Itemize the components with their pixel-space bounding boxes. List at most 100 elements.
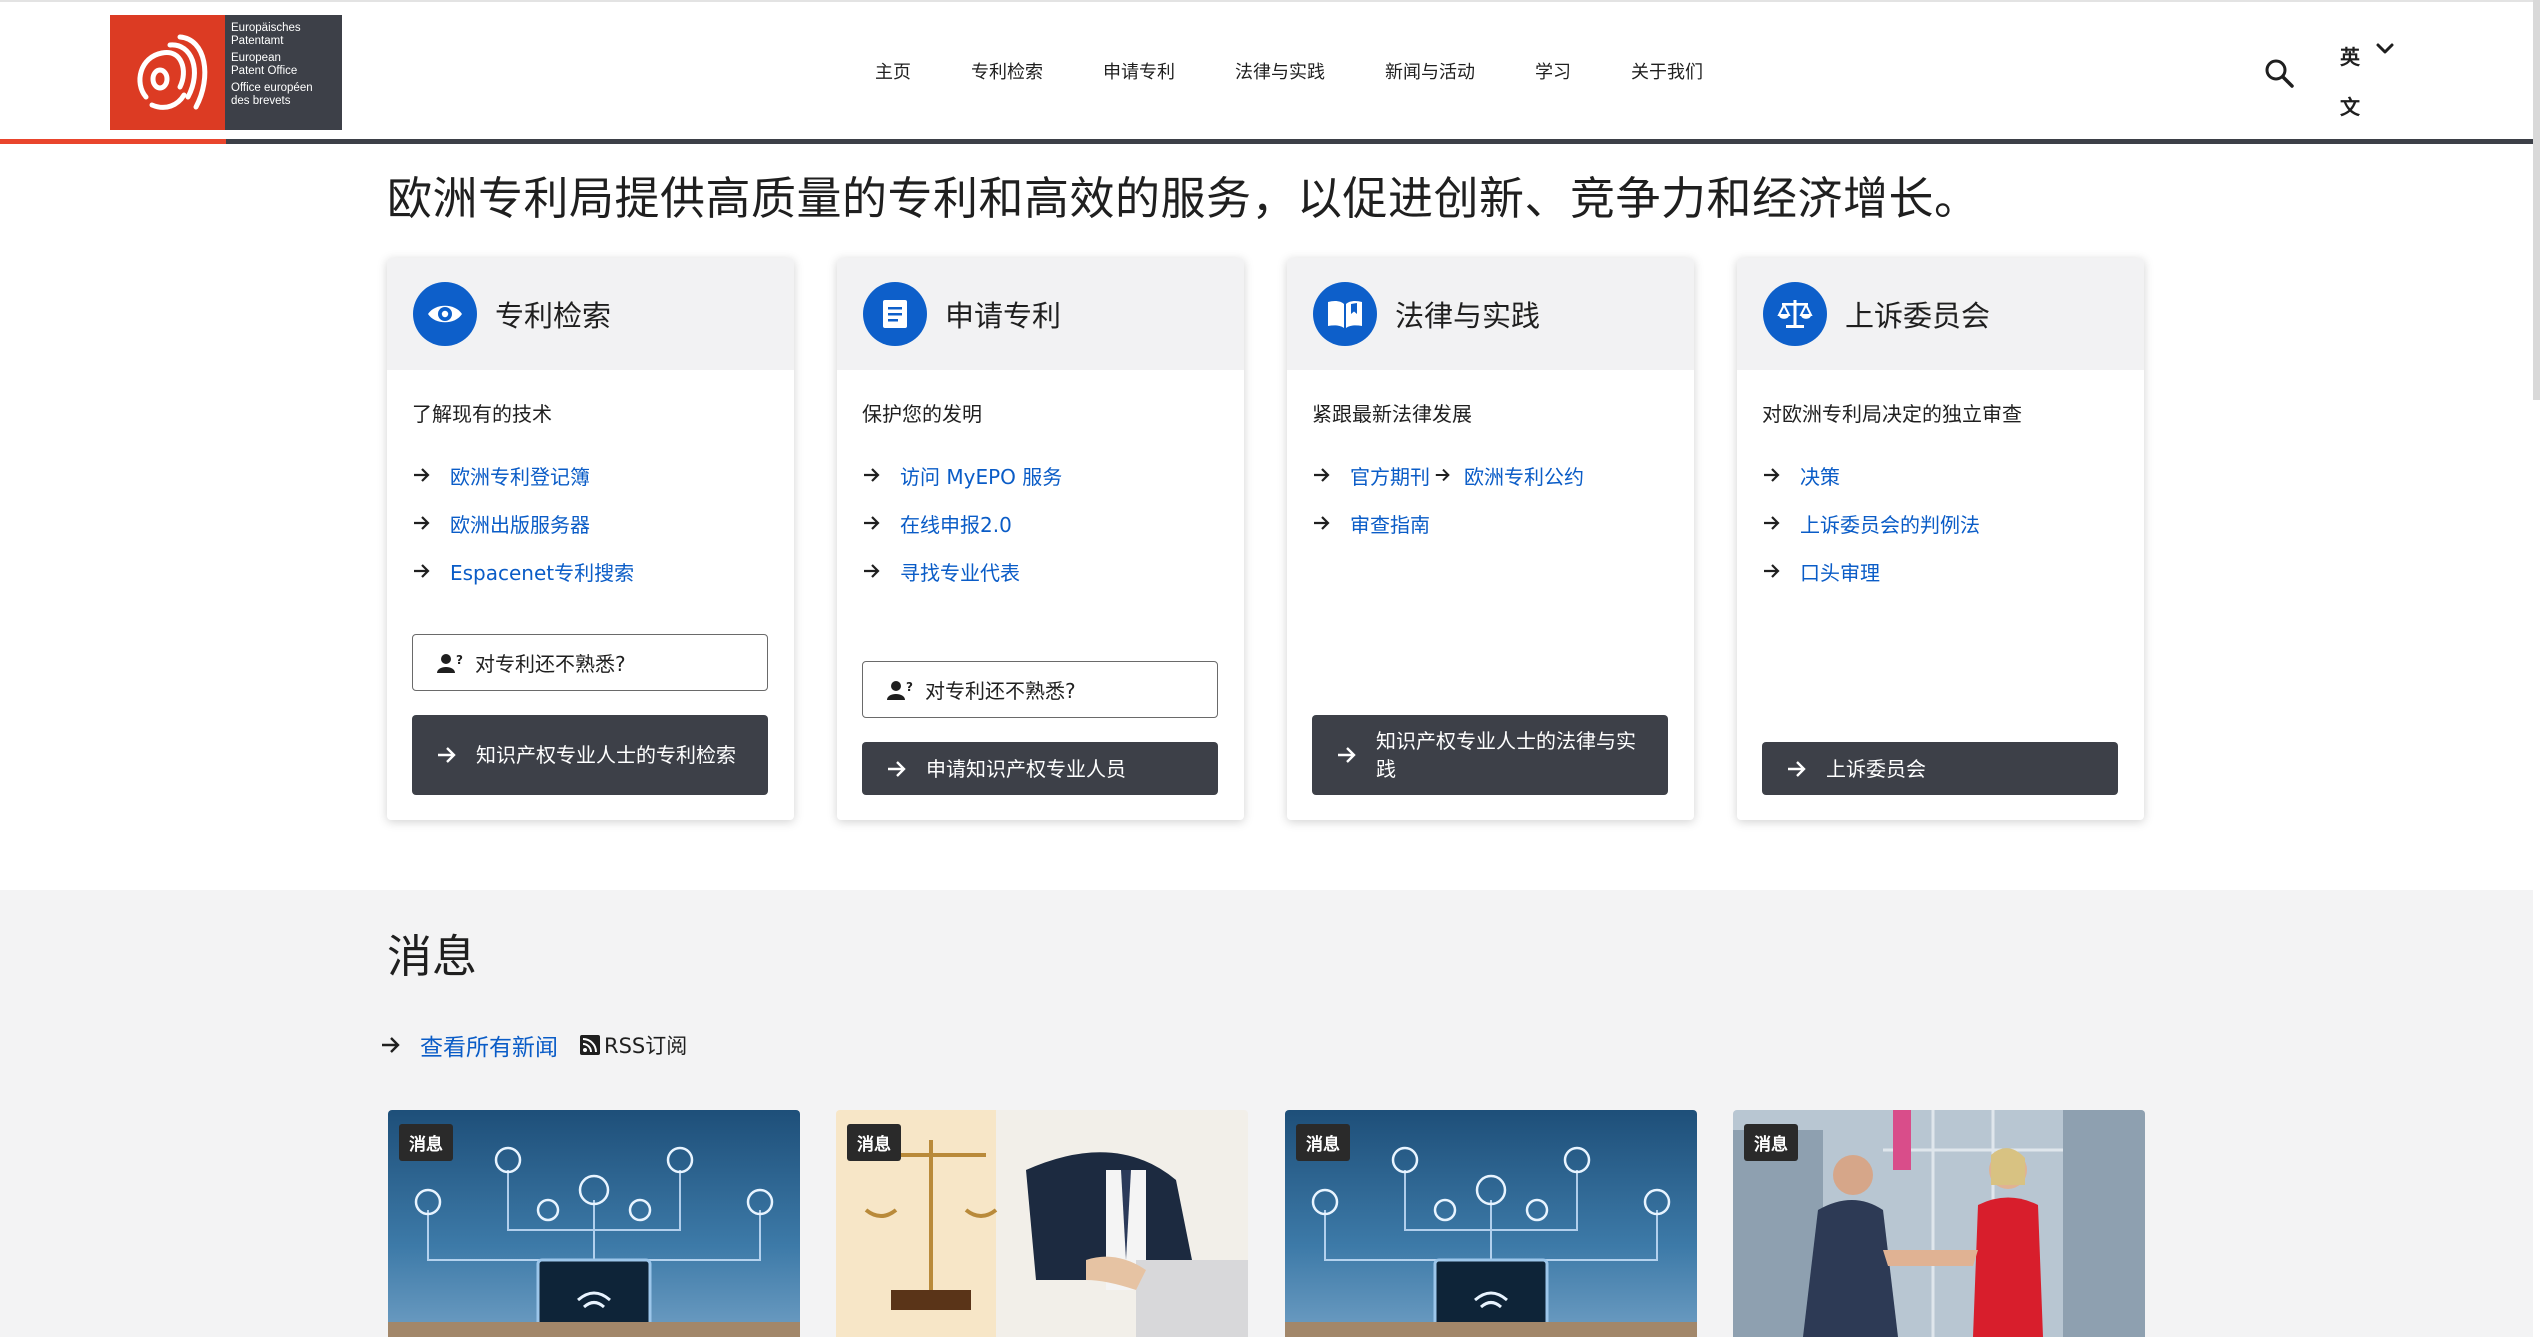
nav-item-news-events[interactable]: 新闻与活动 <box>1385 58 1475 84</box>
arrow-right-icon <box>864 564 880 578</box>
logo-text-fr: Office européen des brevets <box>231 82 313 107</box>
card-link-row: 欧洲出版服务器 <box>412 499 769 547</box>
news-card[interactable]: 消息 <box>1285 1110 1697 1337</box>
card-description: 紧跟最新法律发展 <box>1312 402 1472 426</box>
card-description: 了解现有的技术 <box>412 402 552 426</box>
arrow-right-icon <box>1764 564 1780 578</box>
news-badge: 消息 <box>847 1124 901 1161</box>
nav-item-apply-patent[interactable]: 申请专利 <box>1103 58 1175 84</box>
arrow-right-icon <box>382 1037 400 1053</box>
link-oral-proceedings[interactable]: 口头审理 <box>1800 557 1880 586</box>
arrow-right-icon <box>414 516 430 530</box>
card-header: 专利检索 <box>387 258 794 370</box>
logo-text-de: Europäisches Patentamt <box>231 22 301 47</box>
card-title[interactable]: 申请专利 <box>945 293 1061 335</box>
nav-item-learning[interactable]: 学习 <box>1535 58 1571 84</box>
card-description: 对欧洲专利局决定的独立审查 <box>1762 402 2022 426</box>
nav-item-about-us[interactable]: 关于我们 <box>1631 58 1703 84</box>
card-law-practice: 法律与实践 紧跟最新法律发展 官方期刊 欧洲专利公约 审查指南 知识产权专业人士… <box>1287 258 1694 820</box>
card-body: 保护您的发明 访问 MyEPO 服务 在线申报2.0 寻找专业代表 <box>837 370 1244 595</box>
epo-logo-text: Europäisches Patentamt European Patent Off… <box>225 15 342 130</box>
epo-logo[interactable]: Europäisches Patentamt European Patent Off… <box>110 15 342 130</box>
news-badge: 消息 <box>1744 1124 1798 1161</box>
header-accent-bar <box>0 139 226 144</box>
ip-professional-search-button[interactable]: 知识产权专业人士的专利检索 <box>412 715 768 795</box>
chevron-down-icon[interactable] <box>2374 38 2396 60</box>
arrow-right-icon <box>1314 468 1330 482</box>
news-section <box>0 890 2533 1337</box>
link-online-filing[interactable]: 在线申报2.0 <box>900 509 1012 538</box>
page-title: 欧洲专利局提供高质量的专利和高效的服务，以促进创新、竞争力和经济增长。 <box>387 172 1980 225</box>
nav-item-patent-search[interactable]: 专利检索 <box>971 58 1043 84</box>
arrow-right-icon <box>1764 516 1780 530</box>
arrow-right-icon <box>864 516 880 530</box>
epo-logo-mark-icon <box>110 15 225 130</box>
button-label: 知识产权专业人士的专利检索 <box>476 743 736 767</box>
card-patent-search: 专利检索 了解现有的技术 欧洲专利登记簿 欧洲出版服务器 Espacenet专利… <box>387 258 794 820</box>
arrow-right-icon <box>1435 468 1450 482</box>
link-european-patent-register[interactable]: 欧洲专利登记簿 <box>450 461 590 490</box>
button-label: 上诉委员会 <box>1826 756 1926 781</box>
news-badge: 消息 <box>1296 1124 1350 1161</box>
header-divider <box>0 139 2533 144</box>
nav-item-law-practice[interactable]: 法律与实践 <box>1235 58 1325 84</box>
apply-ip-professional-button[interactable]: 申请知识产权专业人员 <box>862 742 1218 795</box>
card-title[interactable]: 上诉委员会 <box>1845 293 1990 335</box>
button-label: 对专利还不熟悉? <box>475 652 626 676</box>
site-header: Europäisches Patentamt European Patent Off… <box>0 0 2540 141</box>
card-boards-of-appeal: 上诉委员会 对欧洲专利局决定的独立审查 决策 上诉委员会的判例法 口头审理 上诉… <box>1737 258 2144 820</box>
page-scrollbar[interactable] <box>2533 0 2540 400</box>
boards-of-appeal-button[interactable]: 上诉委员会 <box>1762 742 2118 795</box>
rss-label: RSS订阅 <box>604 1034 688 1058</box>
language-selector[interactable]: 英 文 <box>2330 32 2370 132</box>
view-all-news-link[interactable]: 查看所有新闻 <box>420 1028 558 1062</box>
card-body: 对欧洲专利局决定的独立审查 决策 上诉委员会的判例法 口头审理 <box>1737 370 2144 595</box>
arrow-right-icon <box>888 760 906 777</box>
link-official-journal[interactable]: 官方期刊 <box>1350 461 1430 490</box>
button-label: 申请知识产权专业人员 <box>926 756 1126 781</box>
main-nav: 主页 专利检索 申请专利 法律与实践 新闻与活动 学习 关于我们 <box>875 58 1763 84</box>
link-decisions[interactable]: 决策 <box>1800 461 1840 490</box>
news-card[interactable]: 消息 <box>388 1110 800 1337</box>
card-description: 保护您的发明 <box>862 402 982 426</box>
card-header: 申请专利 <box>837 258 1244 370</box>
language-label-line1: 英 <box>2340 45 2360 69</box>
news-card[interactable]: 消息 <box>836 1110 1248 1337</box>
card-link-row: 决策 <box>1762 451 2119 499</box>
news-badge: 消息 <box>399 1124 453 1161</box>
link-european-patent-convention[interactable]: 欧洲专利公约 <box>1464 461 1584 490</box>
link-european-publication-server[interactable]: 欧洲出版服务器 <box>450 509 590 538</box>
card-link-row: 审查指南 <box>1312 499 1669 547</box>
ip-professional-law-button[interactable]: 知识产权专业人士的法律与实践 <box>1312 715 1668 795</box>
rss-feed-link[interactable]: RSS订阅 <box>580 1030 687 1060</box>
card-link-row: 在线申报2.0 <box>862 499 1219 547</box>
new-to-patents-button[interactable]: ? 对专利还不熟悉? <box>412 634 768 691</box>
card-header: 上诉委员会 <box>1737 258 2144 370</box>
news-card[interactable]: 消息 <box>1733 1110 2145 1337</box>
card-link-row: Espacenet专利搜索 <box>412 547 769 595</box>
link-case-law[interactable]: 上诉委员会的判例法 <box>1800 509 1980 538</box>
card-title[interactable]: 法律与实践 <box>1395 293 1540 335</box>
arrow-right-icon <box>864 468 880 482</box>
card-title[interactable]: 专利检索 <box>495 293 611 335</box>
card-link-row: 上诉委员会的判例法 <box>1762 499 2119 547</box>
language-label-line2: 文 <box>2340 95 2360 119</box>
link-examination-guidelines[interactable]: 审查指南 <box>1350 509 1430 538</box>
arrow-right-icon <box>414 564 430 578</box>
new-to-patents-button[interactable]: ? 对专利还不熟悉? <box>862 661 1218 718</box>
card-body: 紧跟最新法律发展 官方期刊 欧洲专利公约 审查指南 <box>1287 370 1694 547</box>
link-find-representative[interactable]: 寻找专业代表 <box>900 557 1020 586</box>
button-label: 知识产权专业人士的法律与实践 <box>1376 729 1636 781</box>
news-heading: 消息 <box>387 930 478 983</box>
arrow-right-icon <box>1338 747 1356 763</box>
link-espacenet[interactable]: Espacenet专利搜索 <box>450 557 634 586</box>
arrow-right-icon <box>1788 760 1806 777</box>
link-myepo-services[interactable]: 访问 MyEPO 服务 <box>900 461 1062 490</box>
card-body: 了解现有的技术 欧洲专利登记簿 欧洲出版服务器 Espacenet专利搜索 <box>387 370 794 595</box>
user-question-icon: ? <box>887 680 913 700</box>
scales-icon <box>1763 282 1827 346</box>
search-icon[interactable] <box>2263 57 2295 89</box>
eye-icon <box>413 282 477 346</box>
nav-item-home[interactable]: 主页 <box>875 58 911 84</box>
document-icon <box>863 282 927 346</box>
